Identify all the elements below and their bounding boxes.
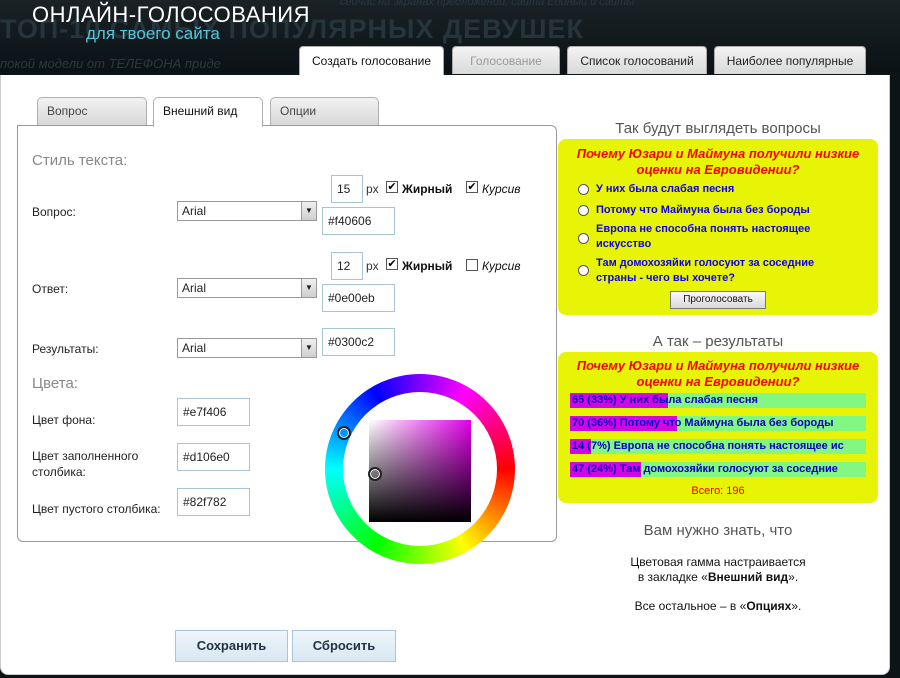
reset-button[interactable]: Сбросить [292,630,396,662]
poll-preview: Почему Юзари и Маймуна получили низкие о… [558,139,878,315]
info-line-2-post: ». [791,599,802,613]
answer-option-2: Потому что Маймуна была без бороды [596,204,810,216]
answer-radio-2[interactable] [578,205,589,216]
bg-color-label: Цвет фона: [32,413,96,427]
result-bar: 65 (33%) У них была слабая песня [570,393,866,408]
results-color-input[interactable]: #0300c2 [322,328,395,356]
answer-px-unit: px [366,259,379,273]
colors-heading: Цвета: [32,375,78,392]
result-bar: 47 (24%) Там домохозяйки голосуют за сос… [570,462,866,477]
result-bar: 14 (7%) Европа не способна понять настоя… [570,439,866,454]
tab-appearance[interactable]: Внешний вид [153,97,263,127]
results-preview: Почему Юзари и Маймуна получили низкие о… [558,352,878,503]
saturation-value-square[interactable] [369,420,471,522]
answer-font-value: Arial [182,281,207,295]
answer-option-3: Европа не способна понять настоящее иску… [596,223,811,250]
result-bar-text: 65 (33%) У них была слабая песня [572,394,758,406]
question-size-input[interactable]: 15 [331,175,363,203]
save-button[interactable]: Сохранить [175,630,288,662]
question-font-value: Arial [182,204,207,218]
info-line-2-pre: Все остальное – в « [634,599,747,613]
color-marker[interactable] [368,467,382,481]
info-link-appearance: Внешний вид [707,570,789,584]
info-line-1b-pre: в закладке « [637,570,708,584]
question-italic-checkbox[interactable]: ✔ [466,181,478,193]
question-font-select[interactable]: Arial ▼ [177,201,317,221]
answer-option-4: Там домохозяйки голосуют за соседние стр… [596,257,815,284]
question-color-input[interactable]: #f40606 [322,207,395,235]
answer-radio-4[interactable] [578,265,589,276]
empty-color-label: Цвет пустого столбика: [32,502,161,516]
hue-marker[interactable] [337,426,351,440]
chevron-down-icon: ▼ [301,279,316,297]
answer-italic-checkbox[interactable] [466,259,478,271]
question-bold-checkbox[interactable]: ✔ [386,181,398,193]
header-background-text-top: сейчас на экранах предложений: сайта Еди… [340,0,635,8]
answer-size-input[interactable]: 12 [331,252,363,280]
answer-radio-1[interactable] [578,184,589,195]
results-font-select[interactable]: Arial ▼ [177,338,317,358]
results-label: Результаты: [32,342,99,356]
chevron-down-icon: ▼ [301,202,316,220]
top-tabs: Создать голосование Голосование Список г… [0,46,900,77]
result-bar: 70 (36%) Потому что Маймуна была без бор… [570,416,866,431]
tab-options[interactable]: Опции [270,97,379,125]
question-px-unit: px [366,182,379,196]
bg-color-input[interactable]: #e7f406 [177,398,250,426]
question-bold-label: Жирный [402,182,453,196]
answer-option-1: У них была слабая песня [596,183,735,195]
tab-most-popular[interactable]: Наиболее популярные [714,46,866,74]
answer-font-select[interactable]: Arial ▼ [177,278,317,298]
answer-radio-3[interactable] [578,233,589,244]
results-font-value: Arial [182,341,207,355]
results-question: Почему Юзари и Маймуна получили низкие о… [576,358,860,389]
info-line-1b-post: ». [788,570,799,584]
chevron-down-icon: ▼ [301,339,316,357]
info-line-1a: Цветовая гамма настраивается [630,555,806,569]
info-link-options: Опциях [746,599,792,613]
site-subtitle: для твоего сайта [86,24,220,43]
vote-button[interactable]: Проголосовать [670,291,766,309]
answer-bold-checkbox[interactable]: ✔ [386,258,398,270]
question-italic-label: Курсив [482,182,521,196]
filled-color-input[interactable]: #d106e0 [177,443,250,471]
question-label: Вопрос: [32,205,76,219]
answer-label: Ответ: [32,282,69,296]
result-bar-text: 47 (24%) Там домохозяйки голосуют за сос… [572,463,838,475]
results-heading: А так – результаты [652,333,784,350]
info-heading: Вам нужно знать, что [643,522,793,539]
tab-create-poll[interactable]: Создать голосование [299,46,444,77]
tab-question[interactable]: Вопрос [37,97,147,125]
answer-bold-label: Жирный [402,259,453,273]
result-bar-text: 14 (7%) Европа не способна понять настоя… [572,440,844,452]
result-bar-text: 70 (36%) Потому что Маймуна была без бор… [572,417,834,429]
answer-color-input[interactable]: #0e00eb [322,284,395,312]
poll-question: Почему Юзари и Маймуна получили низкие о… [576,146,860,177]
info-line-1: Цветовая гамма настраивается в закладке … [560,555,876,585]
filled-color-label: Цвет заполненного столбика: [32,449,139,479]
preview-heading: Так будут выглядеть вопросы [615,120,821,137]
tab-poll[interactable]: Голосование [452,46,560,74]
empty-color-input[interactable]: #82f782 [177,488,250,516]
answer-italic-label: Курсив [482,259,521,273]
info-line-2: Все остальное – в «Опциях». [560,599,876,614]
text-style-heading: Стиль текста: [32,152,128,169]
tab-poll-list[interactable]: Список голосований [567,46,707,74]
results-total: Всего: 196 [691,485,745,497]
